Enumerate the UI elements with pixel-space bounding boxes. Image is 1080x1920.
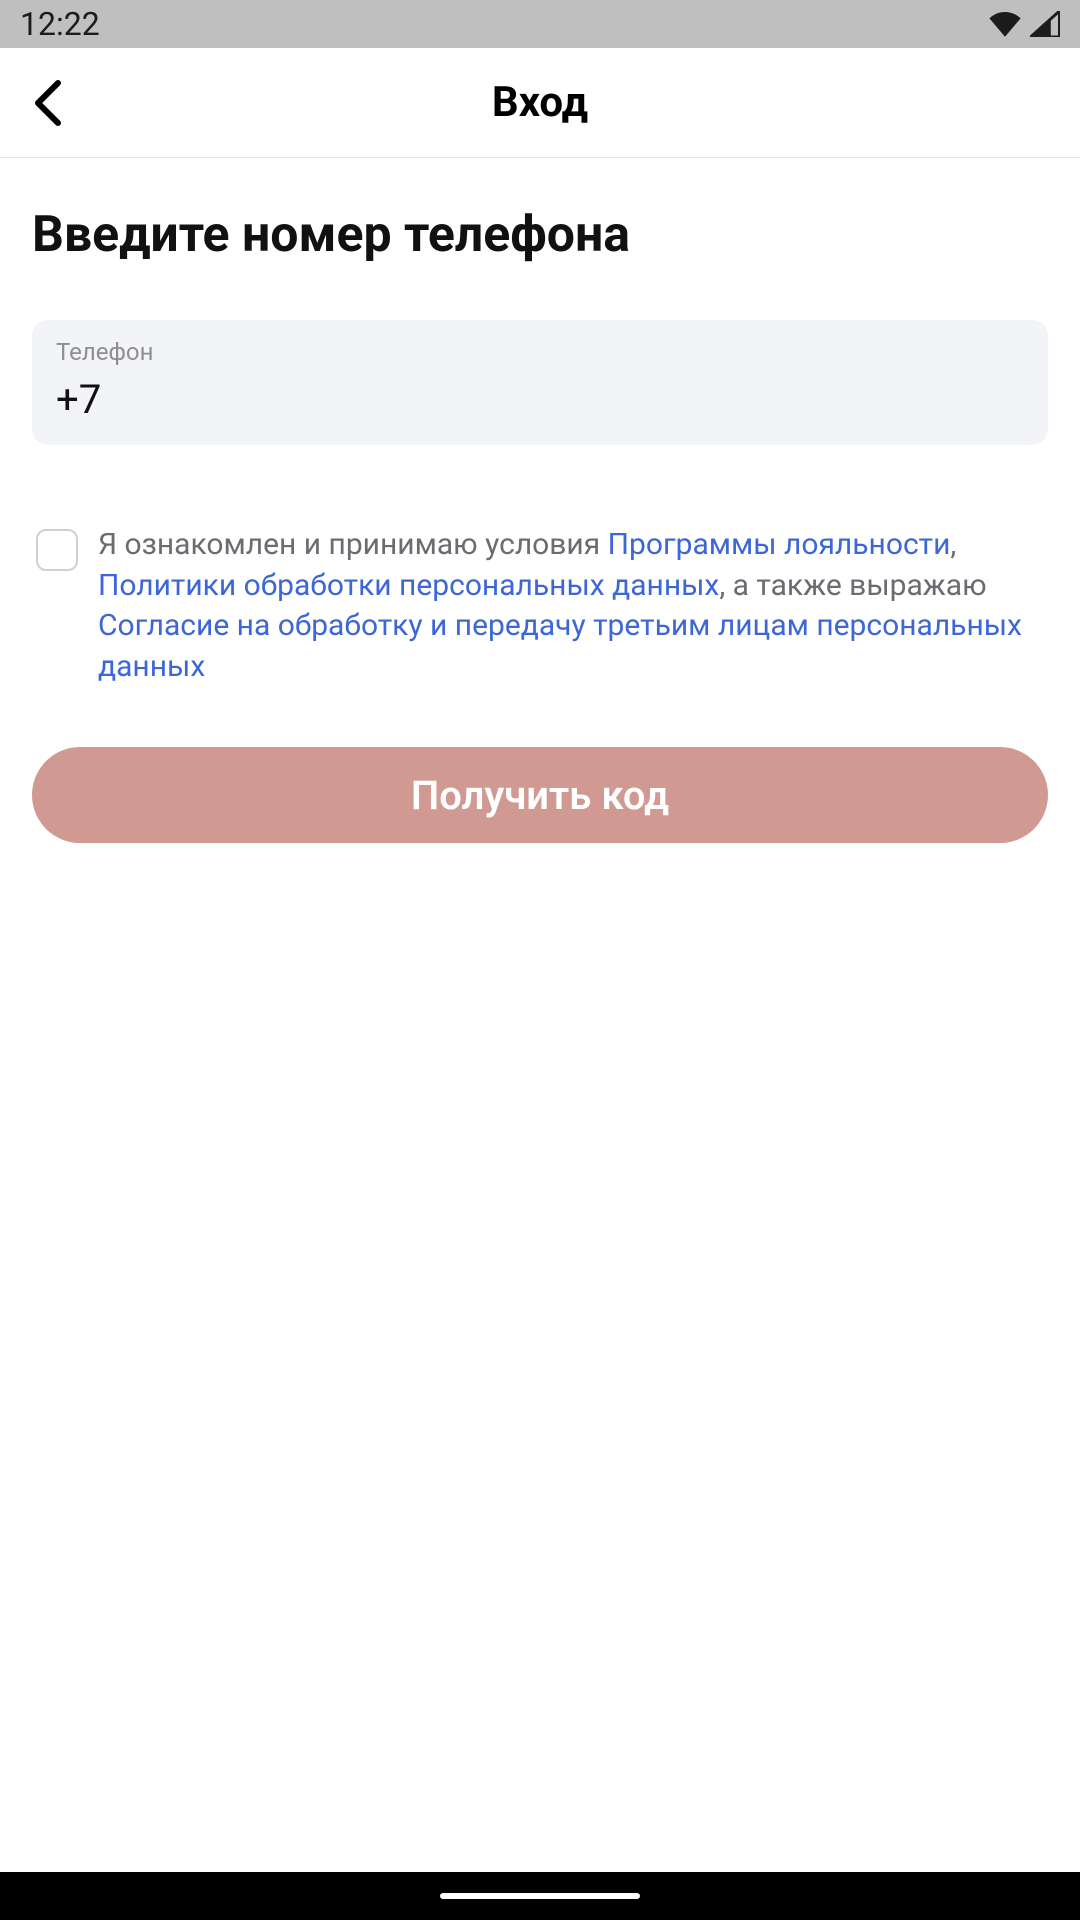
home-indicator[interactable] <box>440 1893 640 1899</box>
get-code-button[interactable]: Получить код <box>32 747 1048 843</box>
cellular-signal-icon <box>1030 11 1060 37</box>
status-icons <box>988 11 1060 37</box>
data-processing-consent-link[interactable]: Согласие на обработку и передачу третьим… <box>98 608 1022 684</box>
status-bar: 12:22 <box>0 0 1080 48</box>
nav-bar: Вход <box>0 48 1080 158</box>
consent-checkbox[interactable] <box>36 529 78 571</box>
phone-input[interactable] <box>56 376 1024 423</box>
system-nav-bar <box>0 1872 1080 1920</box>
phone-label: Телефон <box>56 338 1024 366</box>
heading: Введите номер телефона <box>32 206 1048 264</box>
status-time: 12:22 <box>20 5 100 43</box>
consent-row: Я ознакомлен и принимаю условия Программ… <box>32 525 1048 687</box>
consent-text-part2: , а также выражаю <box>719 568 986 603</box>
phone-field[interactable]: Телефон <box>32 320 1048 445</box>
consent-sep1: , <box>950 527 956 562</box>
page-title: Вход <box>492 78 588 127</box>
content: Введите номер телефона Телефон Я ознаком… <box>0 158 1080 1920</box>
consent-text-part1: Я ознакомлен и принимаю условия <box>98 527 608 562</box>
back-button[interactable] <box>24 79 72 127</box>
consent-text: Я ознакомлен и принимаю условия Программ… <box>98 525 1044 687</box>
chevron-left-icon <box>34 79 62 127</box>
wifi-icon <box>988 11 1022 37</box>
loyalty-program-link[interactable]: Программы лояльности <box>608 527 951 562</box>
privacy-policy-link[interactable]: Политики обработки персональных данных <box>98 568 719 603</box>
